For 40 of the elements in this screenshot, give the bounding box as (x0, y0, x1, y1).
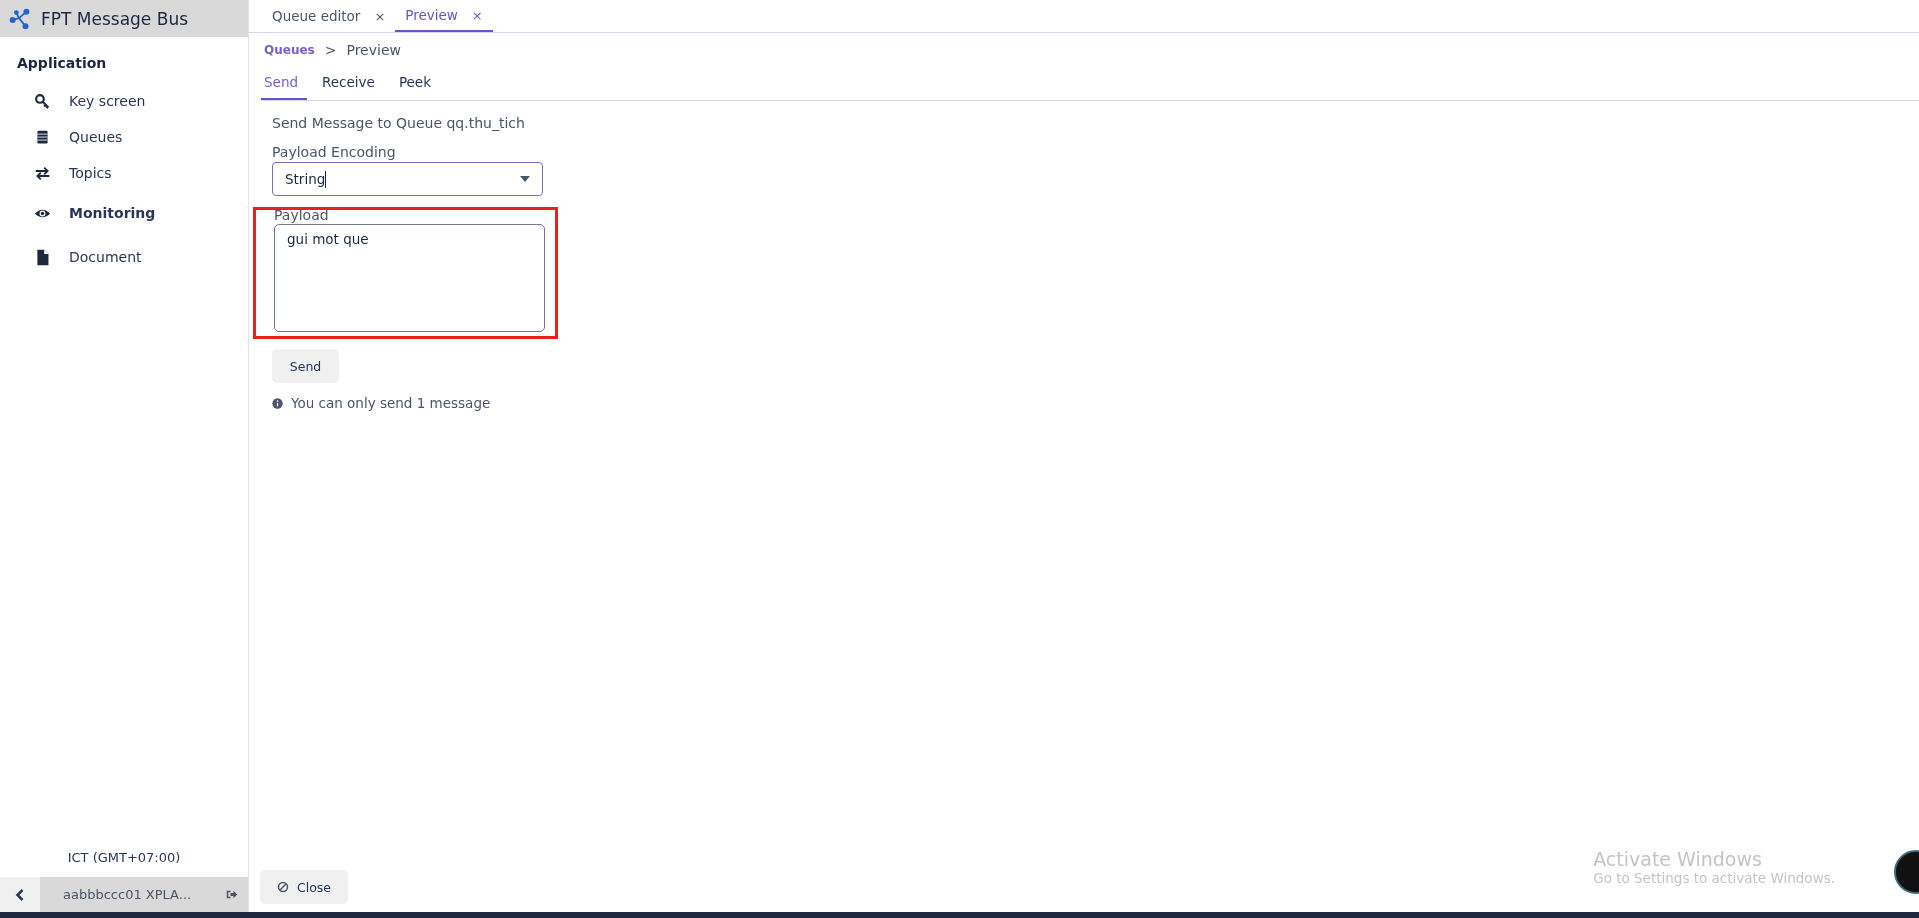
network-icon (9, 7, 31, 30)
activation-notice-text: Go to Settings to activate Windows. (1593, 870, 1835, 886)
sidebar-item[interactable]: Monitoring (0, 191, 156, 235)
info-icon (272, 397, 283, 409)
tab[interactable]: Send (261, 74, 307, 100)
editor-tab[interactable]: Preview × (395, 0, 493, 32)
swap-arrows-icon (34, 164, 51, 182)
key-icon (34, 92, 51, 110)
breadcrumb-current: Preview (346, 42, 401, 58)
sidebar-item[interactable]: Topics (0, 155, 112, 191)
encoding-dropdown[interactable]: String (272, 162, 543, 196)
caret-icon (520, 176, 530, 182)
user-name: aabbbccc01 XPLA... (63, 887, 192, 902)
sidebar-item[interactable]: Key screen (0, 83, 146, 119)
logout-icon[interactable] (226, 889, 238, 900)
close-icon[interactable]: × (471, 7, 483, 23)
breadcrumb-link[interactable]: Queues (264, 43, 315, 57)
document-icon (34, 248, 51, 266)
timezone-label: ICT (GMT+07:00) (67, 850, 181, 867)
payload-field[interactable]: gui mot que (274, 224, 545, 332)
field-label: Payload Encoding (272, 144, 396, 160)
field-label: Payload (274, 207, 330, 223)
tab[interactable]: Peek (395, 74, 440, 100)
section-heading: Application (16, 54, 108, 73)
close-button[interactable]: Close (260, 870, 348, 904)
close-icon[interactable]: × (374, 8, 386, 24)
collapse-button[interactable] (0, 877, 40, 912)
sidebar-item[interactable]: Queues (0, 119, 123, 155)
sidebar-item[interactable]: Document (0, 235, 142, 279)
tab[interactable]: Receive (319, 74, 384, 100)
app-title: FPT Message Bus (41, 8, 189, 29)
send-button[interactable]: Send (272, 349, 339, 383)
info-note: You can only send 1 message (291, 395, 491, 411)
ban-icon (276, 881, 289, 893)
editor-tab[interactable]: Queue editor × (262, 0, 396, 32)
breadcrumb-separator: > (324, 42, 337, 58)
chevron-left-icon (15, 887, 25, 902)
list-icon (34, 128, 51, 146)
activation-notice-title: Activate Windows (1593, 848, 1763, 870)
form-heading: Send Message to Queue qq.thu_tich (272, 115, 525, 131)
